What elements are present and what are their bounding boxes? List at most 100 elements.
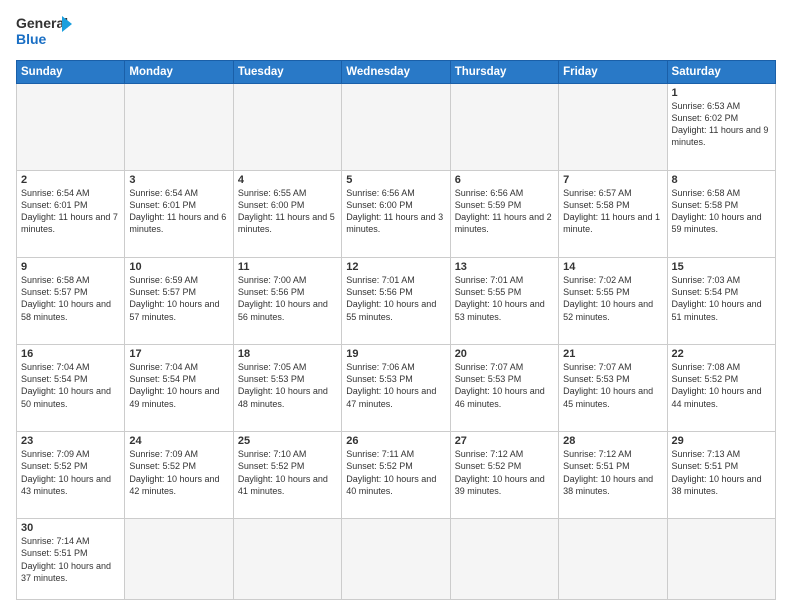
day-info: Sunrise: 6:58 AM Sunset: 5:58 PM Dayligh… xyxy=(672,187,771,236)
calendar-page: General Blue SundayMondayTuesdayWednesda… xyxy=(0,0,792,612)
calendar-cell xyxy=(125,84,233,171)
calendar-cell: 29Sunrise: 7:13 AM Sunset: 5:51 PM Dayli… xyxy=(667,432,775,519)
calendar-cell xyxy=(559,519,667,600)
calendar-cell: 4Sunrise: 6:55 AM Sunset: 6:00 PM Daylig… xyxy=(233,171,341,258)
day-info: Sunrise: 7:03 AM Sunset: 5:54 PM Dayligh… xyxy=(672,274,771,323)
day-number: 19 xyxy=(346,348,445,360)
calendar-cell: 21Sunrise: 7:07 AM Sunset: 5:53 PM Dayli… xyxy=(559,345,667,432)
logo-svg: General Blue xyxy=(16,12,74,52)
calendar-cell: 2Sunrise: 6:54 AM Sunset: 6:01 PM Daylig… xyxy=(17,171,125,258)
day-number: 23 xyxy=(21,435,120,447)
week-row-6: 30Sunrise: 7:14 AM Sunset: 5:51 PM Dayli… xyxy=(17,519,776,600)
day-number: 16 xyxy=(21,348,120,360)
calendar-cell: 26Sunrise: 7:11 AM Sunset: 5:52 PM Dayli… xyxy=(342,432,450,519)
day-number: 27 xyxy=(455,435,554,447)
day-info: Sunrise: 7:01 AM Sunset: 5:56 PM Dayligh… xyxy=(346,274,445,323)
calendar-cell xyxy=(450,519,558,600)
calendar-cell xyxy=(342,519,450,600)
day-info: Sunrise: 7:04 AM Sunset: 5:54 PM Dayligh… xyxy=(129,361,228,410)
day-info: Sunrise: 7:12 AM Sunset: 5:52 PM Dayligh… xyxy=(455,448,554,497)
calendar-cell: 8Sunrise: 6:58 AM Sunset: 5:58 PM Daylig… xyxy=(667,171,775,258)
day-number: 1 xyxy=(672,87,771,99)
day-number: 21 xyxy=(563,348,662,360)
weekday-header-monday: Monday xyxy=(125,61,233,84)
day-number: 10 xyxy=(129,261,228,273)
week-row-2: 2Sunrise: 6:54 AM Sunset: 6:01 PM Daylig… xyxy=(17,171,776,258)
day-number: 9 xyxy=(21,261,120,273)
weekday-header-tuesday: Tuesday xyxy=(233,61,341,84)
weekday-header-friday: Friday xyxy=(559,61,667,84)
day-number: 29 xyxy=(672,435,771,447)
day-number: 26 xyxy=(346,435,445,447)
calendar-cell: 30Sunrise: 7:14 AM Sunset: 5:51 PM Dayli… xyxy=(17,519,125,600)
day-info: Sunrise: 7:12 AM Sunset: 5:51 PM Dayligh… xyxy=(563,448,662,497)
week-row-1: 1Sunrise: 6:53 AM Sunset: 6:02 PM Daylig… xyxy=(17,84,776,171)
day-number: 22 xyxy=(672,348,771,360)
day-number: 3 xyxy=(129,174,228,186)
calendar-cell: 18Sunrise: 7:05 AM Sunset: 5:53 PM Dayli… xyxy=(233,345,341,432)
svg-text:General: General xyxy=(16,15,68,31)
week-row-4: 16Sunrise: 7:04 AM Sunset: 5:54 PM Dayli… xyxy=(17,345,776,432)
header: General Blue xyxy=(16,12,776,52)
day-info: Sunrise: 6:53 AM Sunset: 6:02 PM Dayligh… xyxy=(672,100,771,149)
calendar-cell: 16Sunrise: 7:04 AM Sunset: 5:54 PM Dayli… xyxy=(17,345,125,432)
day-info: Sunrise: 7:05 AM Sunset: 5:53 PM Dayligh… xyxy=(238,361,337,410)
day-info: Sunrise: 7:07 AM Sunset: 5:53 PM Dayligh… xyxy=(563,361,662,410)
logo: General Blue xyxy=(16,12,74,52)
calendar-cell: 24Sunrise: 7:09 AM Sunset: 5:52 PM Dayli… xyxy=(125,432,233,519)
day-number: 11 xyxy=(238,261,337,273)
calendar-cell: 20Sunrise: 7:07 AM Sunset: 5:53 PM Dayli… xyxy=(450,345,558,432)
day-number: 2 xyxy=(21,174,120,186)
calendar-cell: 9Sunrise: 6:58 AM Sunset: 5:57 PM Daylig… xyxy=(17,258,125,345)
day-number: 14 xyxy=(563,261,662,273)
day-info: Sunrise: 7:04 AM Sunset: 5:54 PM Dayligh… xyxy=(21,361,120,410)
day-number: 28 xyxy=(563,435,662,447)
calendar-cell xyxy=(450,84,558,171)
calendar-cell: 7Sunrise: 6:57 AM Sunset: 5:58 PM Daylig… xyxy=(559,171,667,258)
calendar-cell: 5Sunrise: 6:56 AM Sunset: 6:00 PM Daylig… xyxy=(342,171,450,258)
calendar-cell: 14Sunrise: 7:02 AM Sunset: 5:55 PM Dayli… xyxy=(559,258,667,345)
calendar-table: SundayMondayTuesdayWednesdayThursdayFrid… xyxy=(16,60,776,600)
day-info: Sunrise: 7:09 AM Sunset: 5:52 PM Dayligh… xyxy=(21,448,120,497)
calendar-cell: 1Sunrise: 6:53 AM Sunset: 6:02 PM Daylig… xyxy=(667,84,775,171)
day-number: 30 xyxy=(21,522,120,534)
day-info: Sunrise: 7:14 AM Sunset: 5:51 PM Dayligh… xyxy=(21,535,120,584)
day-info: Sunrise: 7:06 AM Sunset: 5:53 PM Dayligh… xyxy=(346,361,445,410)
day-number: 20 xyxy=(455,348,554,360)
day-info: Sunrise: 7:01 AM Sunset: 5:55 PM Dayligh… xyxy=(455,274,554,323)
day-number: 4 xyxy=(238,174,337,186)
week-row-5: 23Sunrise: 7:09 AM Sunset: 5:52 PM Dayli… xyxy=(17,432,776,519)
day-info: Sunrise: 7:08 AM Sunset: 5:52 PM Dayligh… xyxy=(672,361,771,410)
day-number: 8 xyxy=(672,174,771,186)
calendar-cell: 13Sunrise: 7:01 AM Sunset: 5:55 PM Dayli… xyxy=(450,258,558,345)
weekday-header-row: SundayMondayTuesdayWednesdayThursdayFrid… xyxy=(17,61,776,84)
week-row-3: 9Sunrise: 6:58 AM Sunset: 5:57 PM Daylig… xyxy=(17,258,776,345)
day-number: 18 xyxy=(238,348,337,360)
day-info: Sunrise: 7:07 AM Sunset: 5:53 PM Dayligh… xyxy=(455,361,554,410)
calendar-cell: 15Sunrise: 7:03 AM Sunset: 5:54 PM Dayli… xyxy=(667,258,775,345)
day-number: 13 xyxy=(455,261,554,273)
calendar-cell: 22Sunrise: 7:08 AM Sunset: 5:52 PM Dayli… xyxy=(667,345,775,432)
calendar-cell: 28Sunrise: 7:12 AM Sunset: 5:51 PM Dayli… xyxy=(559,432,667,519)
day-info: Sunrise: 6:54 AM Sunset: 6:01 PM Dayligh… xyxy=(21,187,120,236)
day-number: 25 xyxy=(238,435,337,447)
day-number: 15 xyxy=(672,261,771,273)
day-number: 5 xyxy=(346,174,445,186)
calendar-cell xyxy=(17,84,125,171)
day-info: Sunrise: 7:00 AM Sunset: 5:56 PM Dayligh… xyxy=(238,274,337,323)
calendar-cell xyxy=(559,84,667,171)
calendar-cell: 10Sunrise: 6:59 AM Sunset: 5:57 PM Dayli… xyxy=(125,258,233,345)
calendar-cell: 19Sunrise: 7:06 AM Sunset: 5:53 PM Dayli… xyxy=(342,345,450,432)
weekday-header-saturday: Saturday xyxy=(667,61,775,84)
calendar-cell xyxy=(125,519,233,600)
weekday-header-thursday: Thursday xyxy=(450,61,558,84)
day-info: Sunrise: 7:11 AM Sunset: 5:52 PM Dayligh… xyxy=(346,448,445,497)
day-info: Sunrise: 6:58 AM Sunset: 5:57 PM Dayligh… xyxy=(21,274,120,323)
calendar-cell xyxy=(667,519,775,600)
day-info: Sunrise: 7:09 AM Sunset: 5:52 PM Dayligh… xyxy=(129,448,228,497)
day-info: Sunrise: 7:02 AM Sunset: 5:55 PM Dayligh… xyxy=(563,274,662,323)
day-info: Sunrise: 6:57 AM Sunset: 5:58 PM Dayligh… xyxy=(563,187,662,236)
calendar-cell: 23Sunrise: 7:09 AM Sunset: 5:52 PM Dayli… xyxy=(17,432,125,519)
calendar-cell: 25Sunrise: 7:10 AM Sunset: 5:52 PM Dayli… xyxy=(233,432,341,519)
weekday-header-wednesday: Wednesday xyxy=(342,61,450,84)
